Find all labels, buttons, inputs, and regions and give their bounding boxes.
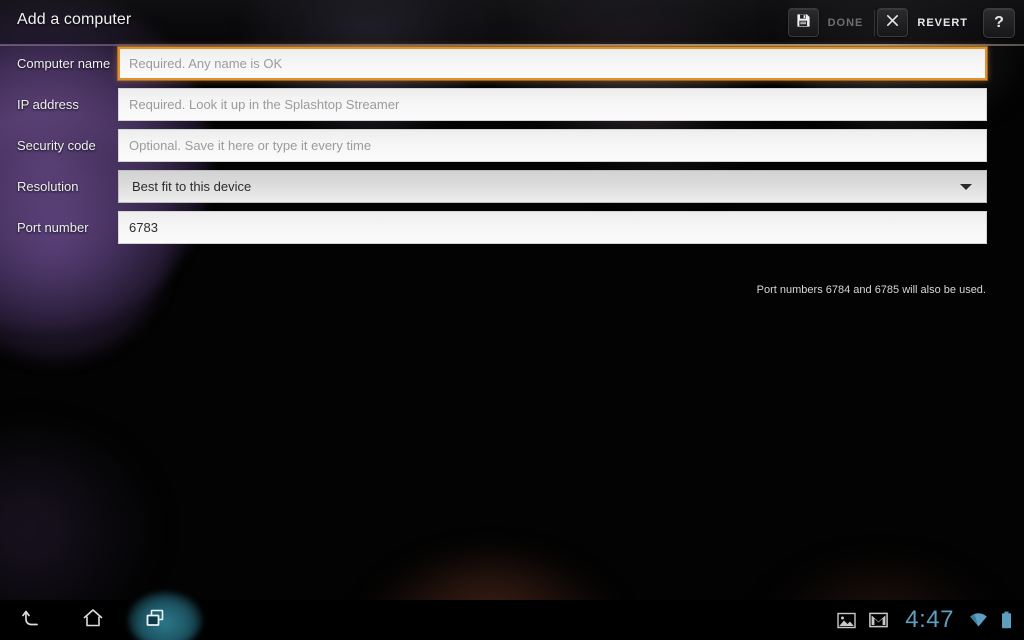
system-navigation-bar: 4:47 bbox=[0, 600, 1024, 640]
port-number-hint: Port numbers 6784 and 6785 will also be … bbox=[756, 284, 986, 296]
form-row-ip-address: IP address Required. Look it up in the S… bbox=[0, 88, 1024, 121]
action-bar-buttons: DONE REVERT ? bbox=[787, 0, 1024, 45]
label-resolution: Resolution bbox=[17, 179, 79, 194]
chevron-down-icon bbox=[960, 183, 972, 190]
revert-group[interactable]: REVERT bbox=[877, 0, 977, 45]
help-button[interactable]: ? bbox=[983, 7, 1015, 38]
gmail-envelope-icon[interactable] bbox=[869, 612, 889, 628]
action-bar-divider bbox=[0, 44, 1024, 46]
port-number-value: 6783 bbox=[129, 220, 158, 235]
resolution-selected-value: Best fit to this device bbox=[132, 179, 252, 194]
question-mark-icon: ? bbox=[994, 13, 1004, 31]
action-bar: Add a computer DONE REVERT ? bbox=[0, 0, 1024, 46]
battery-full-icon[interactable] bbox=[1001, 611, 1012, 629]
recent-apps-icon bbox=[142, 605, 168, 636]
add-computer-form: Computer name Required. Any name is OK I… bbox=[0, 47, 1024, 296]
wifi-icon[interactable] bbox=[969, 612, 988, 628]
ip-address-input[interactable]: Required. Look it up in the Splashtop St… bbox=[118, 88, 987, 121]
security-code-input[interactable]: Optional. Save it here or type it every … bbox=[118, 129, 987, 162]
port-number-input[interactable]: 6783 bbox=[118, 211, 987, 244]
ip-address-placeholder: Required. Look it up in the Splashtop St… bbox=[129, 97, 400, 112]
save-button[interactable] bbox=[787, 8, 819, 37]
status-icons: 4:47 bbox=[837, 600, 1012, 640]
form-row-port-number: Port number 6783 bbox=[0, 211, 1024, 244]
computer-name-input[interactable]: Required. Any name is OK bbox=[118, 47, 987, 80]
close-x-icon bbox=[885, 13, 900, 33]
resolution-dropdown[interactable]: Best fit to this device bbox=[118, 170, 987, 203]
form-row-computer-name: Computer name Required. Any name is OK bbox=[0, 47, 1024, 80]
nav-home-button[interactable] bbox=[62, 600, 124, 640]
home-icon bbox=[80, 605, 106, 636]
label-port-number: Port number bbox=[17, 220, 89, 235]
nav-back-button[interactable] bbox=[0, 600, 62, 640]
back-arrow-icon bbox=[18, 605, 44, 636]
revert-label[interactable]: REVERT bbox=[908, 17, 977, 29]
close-button[interactable] bbox=[877, 8, 909, 37]
label-security-code: Security code bbox=[17, 138, 96, 153]
nav-recent-apps-button[interactable] bbox=[124, 600, 186, 640]
save-done-group[interactable]: DONE bbox=[787, 0, 873, 45]
nav-buttons bbox=[0, 600, 186, 640]
floppy-disk-save-icon bbox=[796, 13, 811, 33]
status-clock: 4:47 bbox=[905, 606, 954, 633]
form-row-security-code: Security code Optional. Save it here or … bbox=[0, 129, 1024, 162]
security-code-placeholder: Optional. Save it here or type it every … bbox=[129, 138, 372, 153]
label-ip-address: IP address bbox=[17, 97, 79, 112]
page-title: Add a computer bbox=[17, 11, 132, 28]
splashtop-add-computer-screen: Add a computer DONE REVERT ? Computer na… bbox=[0, 0, 1024, 640]
action-bar-separator bbox=[874, 9, 876, 36]
label-computer-name: Computer name bbox=[17, 56, 111, 71]
form-row-resolution: Resolution Best fit to this device bbox=[0, 170, 1024, 203]
done-label[interactable]: DONE bbox=[819, 17, 873, 29]
computer-name-placeholder: Required. Any name is OK bbox=[129, 56, 283, 71]
gallery-photo-icon[interactable] bbox=[837, 612, 856, 629]
